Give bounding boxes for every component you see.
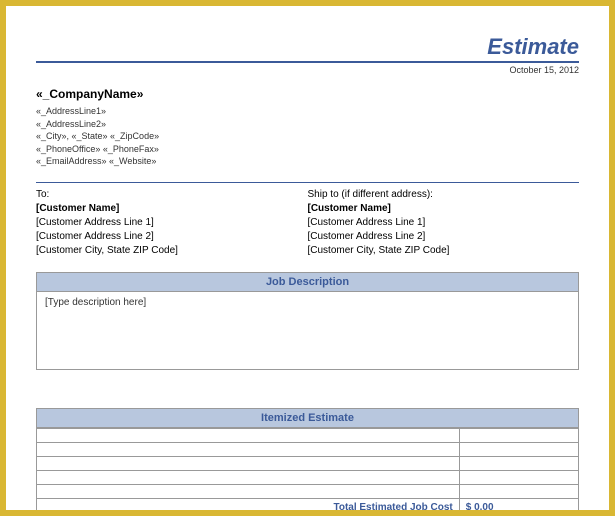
table-row bbox=[37, 484, 579, 498]
company-email-web: «_EmailAddress» «_Website» bbox=[36, 155, 579, 168]
ship-to-block: Ship to (if different address): [Custome… bbox=[308, 189, 580, 258]
ship-to-city: [Customer City, State ZIP Code] bbox=[308, 244, 580, 258]
table-row bbox=[37, 456, 579, 470]
spacer bbox=[36, 370, 579, 408]
table-row bbox=[37, 442, 579, 456]
total-label: Total Estimated Job Cost bbox=[37, 498, 460, 510]
table-row bbox=[37, 470, 579, 484]
document-date: October 15, 2012 bbox=[36, 65, 579, 75]
company-address-2: «_AddressLine2» bbox=[36, 118, 579, 131]
ship-to-name: [Customer Name] bbox=[308, 202, 580, 216]
total-amount: $ 0.00 bbox=[459, 498, 578, 510]
bill-to-label: To: bbox=[36, 189, 308, 200]
document-page: Estimate October 15, 2012 «_CompanyName»… bbox=[6, 6, 609, 510]
company-block: «_CompanyName» «_AddressLine1» «_Address… bbox=[36, 87, 579, 168]
divider bbox=[36, 182, 579, 183]
address-row: To: [Customer Name] [Customer Address Li… bbox=[36, 189, 579, 258]
bill-to-addr1: [Customer Address Line 1] bbox=[36, 216, 308, 230]
company-address-1: «_AddressLine1» bbox=[36, 105, 579, 118]
company-name: «_CompanyName» bbox=[36, 87, 579, 101]
job-description-header: Job Description bbox=[36, 272, 579, 292]
total-row: Total Estimated Job Cost $ 0.00 bbox=[37, 498, 579, 510]
ship-to-addr2: [Customer Address Line 2] bbox=[308, 230, 580, 244]
itemized-table: Total Estimated Job Cost $ 0.00 bbox=[36, 428, 579, 510]
company-city-state-zip: «_City», «_State» «_ZipCode» bbox=[36, 130, 579, 143]
bill-to-addr2: [Customer Address Line 2] bbox=[36, 230, 308, 244]
itemized-header: Itemized Estimate bbox=[36, 408, 579, 428]
bill-to-city: [Customer City, State ZIP Code] bbox=[36, 244, 308, 258]
job-description-box[interactable]: [Type description here] bbox=[36, 292, 579, 370]
bill-to-name: [Customer Name] bbox=[36, 202, 308, 216]
job-description-placeholder: [Type description here] bbox=[45, 297, 146, 308]
table-row bbox=[37, 428, 579, 442]
ship-to-addr1: [Customer Address Line 1] bbox=[308, 216, 580, 230]
document-title: Estimate bbox=[36, 34, 579, 63]
ship-to-label: Ship to (if different address): bbox=[308, 189, 580, 200]
company-phone: «_PhoneOffice» «_PhoneFax» bbox=[36, 143, 579, 156]
bill-to-block: To: [Customer Name] [Customer Address Li… bbox=[36, 189, 308, 258]
